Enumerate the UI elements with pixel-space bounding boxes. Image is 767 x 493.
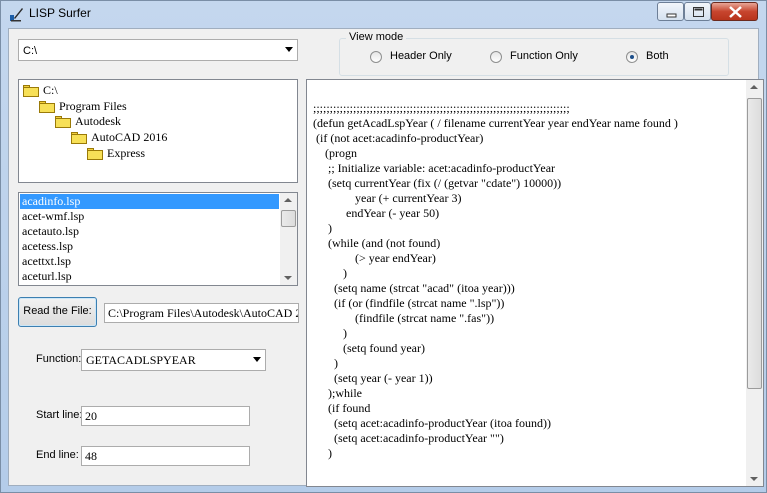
main-panel: C:\ View mode Header Only Function Only …	[8, 28, 764, 487]
window-title: LISP Surfer	[29, 6, 91, 20]
code-line: )	[313, 326, 347, 340]
function-label: Function:	[36, 353, 82, 365]
scroll-up-icon[interactable]	[284, 198, 292, 202]
code-line: (setq year (- year 1))	[313, 371, 433, 385]
code-scrollbar[interactable]	[746, 80, 763, 486]
close-button[interactable]	[711, 2, 758, 21]
code-line: )	[313, 221, 332, 235]
code-line: endYear (- year 50)	[313, 206, 440, 220]
title-bar[interactable]: LISP Surfer	[1, 1, 766, 27]
radio-header-only-label: Header Only	[390, 50, 452, 62]
code-line: (findfile (strcat name ".fas"))	[313, 311, 495, 325]
minimize-icon	[666, 13, 677, 18]
chevron-down-icon[interactable]	[285, 47, 293, 52]
tree-node-label: C:\	[43, 83, 58, 97]
folder-icon	[23, 85, 39, 97]
folder-icon	[87, 148, 103, 160]
code-line: (if found	[313, 401, 371, 415]
view-mode-label: View mode	[346, 31, 407, 43]
radio-function-only-indicator[interactable]	[490, 51, 502, 63]
start-line-label: Start line:	[36, 409, 83, 421]
close-icon	[729, 6, 742, 18]
code-line: (progn	[313, 146, 357, 160]
function-combo[interactable]: GETACADLSPYEAR	[81, 349, 266, 371]
maximize-icon	[693, 7, 704, 17]
drive-combo-value: C:\	[23, 45, 38, 57]
file-path-field[interactable]: C:\Program Files\Autodesk\AutoCAD 20	[104, 303, 299, 323]
list-item-acadinfo[interactable]: acadinfo.lsp	[20, 194, 279, 209]
scroll-up-icon[interactable]	[750, 85, 758, 89]
tree-node-label: Program Files	[59, 99, 127, 113]
function-combo-value: GETACADLSPYEAR	[86, 353, 196, 367]
chevron-down-icon[interactable]	[253, 357, 261, 362]
app-window: LISP Surfer C:\ View mode Header Only Fu…	[0, 0, 767, 493]
folder-icon	[39, 101, 55, 113]
code-line: (if (or (findfile (strcat name ".lsp"))	[313, 296, 505, 310]
code-line: (setq name (strcat "acad" (itoa year)))	[313, 281, 515, 295]
code-line: year (+ currentYear 3)	[313, 191, 462, 205]
minimize-button[interactable]	[657, 2, 684, 21]
radio-both-indicator[interactable]	[626, 51, 638, 63]
file-list[interactable]: acadinfo.lsp acet-wmf.lsp acetauto.lsp a…	[18, 192, 298, 286]
code-line: ;;;;;;;;;;;;;;;;;;;;;;;;;;;;;;;;;;;;;;;;…	[313, 101, 570, 115]
drive-combo[interactable]: C:\	[18, 39, 298, 61]
list-item-acet-wmf[interactable]: acet-wmf.lsp	[20, 209, 279, 224]
code-line: (setq found year)	[313, 341, 425, 355]
code-line: (setq acet:acadinfo-productYear "")	[313, 431, 504, 445]
code-view[interactable]: ;;;;;;;;;;;;;;;;;;;;;;;;;;;;;;;;;;;;;;;;…	[306, 79, 764, 487]
maximize-button[interactable]	[684, 2, 711, 21]
scrollbar-thumb[interactable]	[281, 210, 296, 227]
code-line: )	[313, 446, 332, 460]
scroll-down-icon[interactable]	[750, 477, 758, 481]
radio-both-label: Both	[646, 50, 669, 62]
code-text: ;;;;;;;;;;;;;;;;;;;;;;;;;;;;;;;;;;;;;;;;…	[313, 101, 743, 481]
list-item-acettxt[interactable]: acettxt.lsp	[20, 254, 279, 269]
list-item-acetess[interactable]: acetess.lsp	[20, 239, 279, 254]
lisp-surfer-app-icon	[10, 8, 23, 22]
radio-function-only-label: Function Only	[510, 50, 578, 62]
code-line: (while (and (not found)	[313, 236, 441, 250]
tree-node-label: AutoCAD 2016	[91, 130, 168, 144]
tree-node-label: Express	[107, 146, 145, 160]
code-line: (setq currentYear (fix (/ (getvar "cdate…	[313, 176, 562, 190]
code-line: ;; Initialize variable: acet:acadinfo-pr…	[313, 161, 556, 175]
folder-icon	[55, 116, 71, 128]
file-list-scrollbar[interactable]	[280, 193, 297, 285]
list-item-acetauto[interactable]: acetauto.lsp	[20, 224, 279, 239]
end-line-field[interactable]: 48	[81, 446, 250, 466]
start-line-field[interactable]: 20	[81, 406, 250, 426]
tree-node-label: Autodesk	[75, 114, 121, 128]
scroll-down-icon[interactable]	[284, 276, 292, 280]
folder-tree[interactable]: C:\ Program Files Autodesk AutoCAD 2016 …	[18, 79, 298, 183]
code-line: );while	[313, 386, 362, 400]
end-line-label: End line:	[36, 449, 79, 461]
code-line: )	[313, 356, 338, 370]
code-line: )	[313, 266, 347, 280]
scrollbar-thumb[interactable]	[747, 98, 762, 389]
code-line: (if (not acet:acadinfo-productYear)	[313, 131, 484, 145]
code-line: (setq acet:acadinfo-productYear (itoa fo…	[313, 416, 552, 430]
code-line: (defun getAcadLspYear ( / filename curre…	[313, 116, 678, 130]
read-file-button[interactable]: Read the File:	[18, 297, 97, 327]
code-line: (> year endYear)	[313, 251, 436, 265]
list-item-aceturl[interactable]: aceturl.lsp	[20, 269, 279, 284]
radio-header-only-indicator[interactable]	[370, 51, 382, 63]
folder-icon	[71, 132, 87, 144]
